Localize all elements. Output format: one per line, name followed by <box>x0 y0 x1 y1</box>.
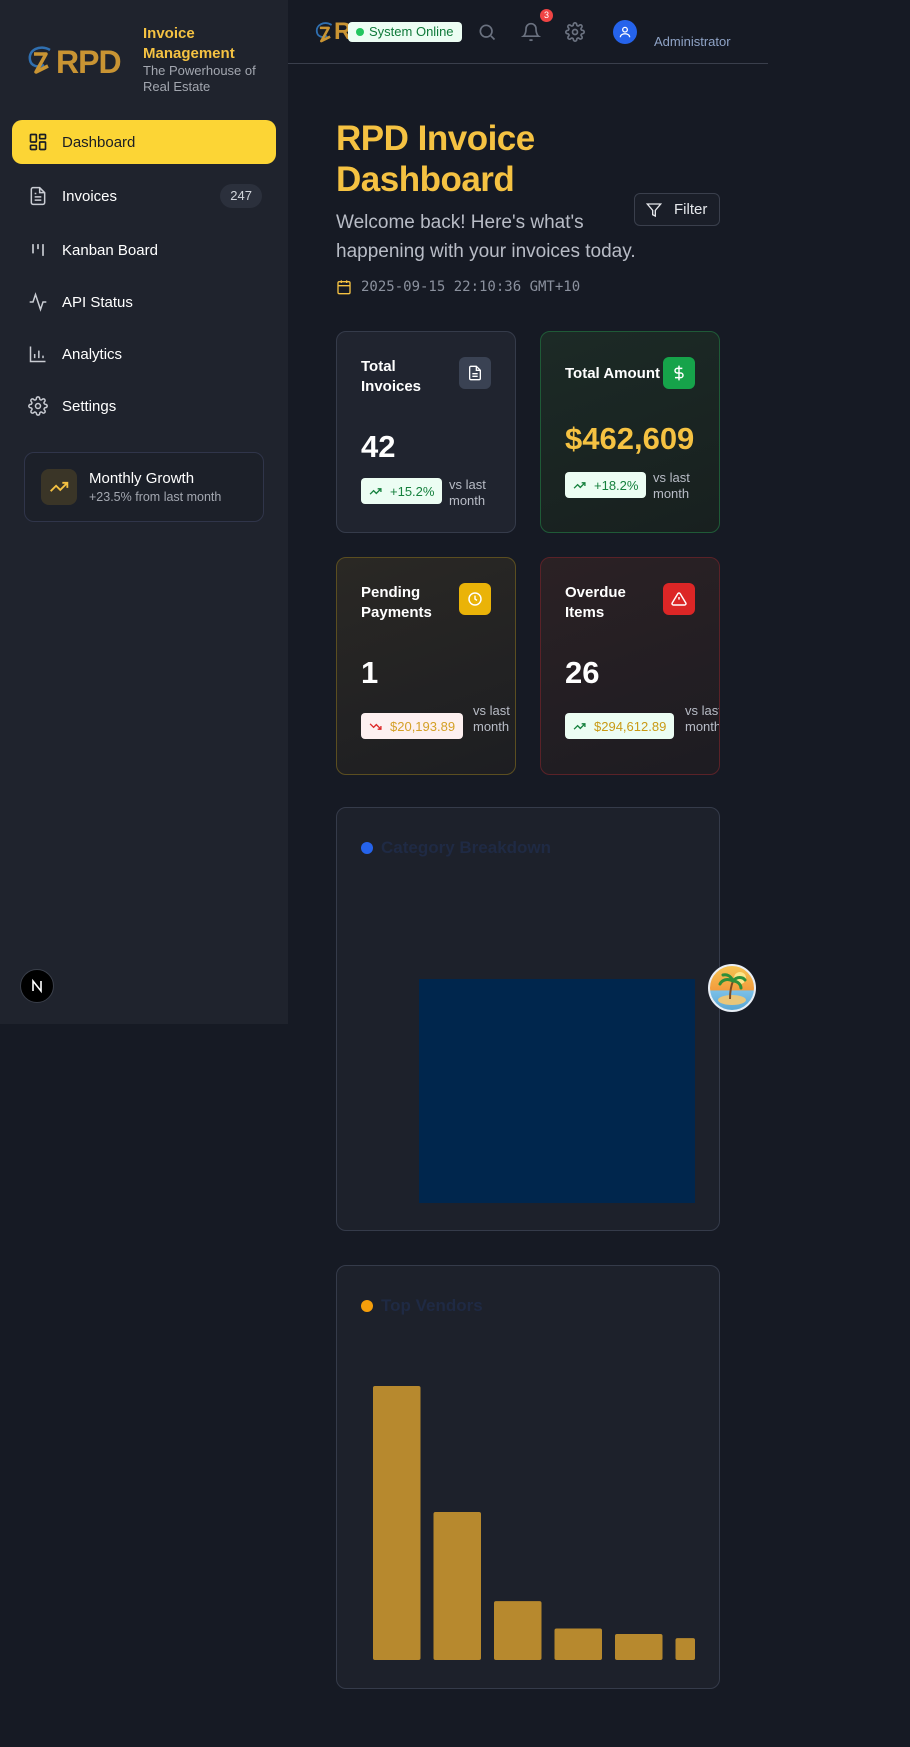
vendor-bar-3[interactable] <box>554 1628 603 1660</box>
trending-down-icon <box>369 722 382 730</box>
sidebar-item-settings[interactable]: Settings <box>12 384 276 428</box>
vendor-bar-2[interactable] <box>494 1601 542 1660</box>
stat-title: Pending Payments <box>361 584 432 621</box>
growth-title: Monthly Growth <box>89 470 195 487</box>
page-title: RPD Invoice Dashboard <box>336 119 535 199</box>
user-avatar[interactable] <box>613 20 637 44</box>
invoice-count-badge: 247 <box>220 184 262 208</box>
island-avatar-icon[interactable] <box>708 964 756 1012</box>
stat-title: Total Amount <box>565 365 660 382</box>
sidebar-item-label: Dashboard <box>62 133 136 151</box>
app-title: Invoice Management <box>143 25 235 62</box>
stat-value: 1 <box>361 655 379 690</box>
sidebar-item-analytics[interactable]: Analytics <box>12 332 276 376</box>
dashboard-icon <box>29 133 47 151</box>
bell-icon[interactable] <box>521 22 541 42</box>
trend-caption: vs last month <box>473 703 510 734</box>
datetime-text: 2025-09-15 22:10:36 GMT+10 <box>361 279 581 295</box>
dollar-icon <box>663 357 695 389</box>
calendar-icon <box>337 280 351 295</box>
status-text: System Online <box>369 24 454 39</box>
search-icon[interactable] <box>477 22 497 42</box>
sidebar-item-label: API Status <box>62 293 133 311</box>
page-subtitle: Welcome back! Here's what's happening wi… <box>336 212 636 262</box>
trend-value: $20,193.89 <box>390 718 456 734</box>
vendor-bar-1[interactable] <box>433 1512 482 1660</box>
trend-value: $294,612.89 <box>594 718 667 734</box>
trend-value: +18.2% <box>594 477 639 493</box>
n-badge-icon[interactable] <box>20 969 54 1003</box>
user-role-label: Administrator <box>654 34 731 49</box>
stat-title: Overdue Items <box>565 584 626 621</box>
trend-badge: $294,612.89 <box>565 713 675 739</box>
kanban-icon <box>32 244 44 256</box>
user-icon <box>619 26 631 38</box>
clock-icon <box>459 583 491 615</box>
trend-value: +15.2% <box>390 483 435 499</box>
system-status-badge: System Online <box>348 22 462 42</box>
growth-subtitle: +23.5% from last month <box>89 490 222 504</box>
sidebar: RPD Invoice Management The Powerhouse of… <box>0 0 288 1024</box>
rpd-swoosh-icon <box>315 22 333 43</box>
notification-count-badge: 3 <box>540 9 553 22</box>
trend-caption: vs last month <box>449 477 486 508</box>
vendor-chart <box>373 1386 696 1660</box>
stat-card-total-invoices[interactable]: Total Invoices 42 +15.2% vs last month <box>336 331 516 533</box>
vendor-bar-5[interactable] <box>675 1638 696 1660</box>
stat-title: Total Invoices <box>361 358 422 395</box>
category-chart <box>419 979 695 1203</box>
activity-icon <box>29 292 47 312</box>
category-breakdown-panel: Category Breakdown <box>336 807 720 1231</box>
bar-chart-icon <box>29 346 46 363</box>
sidebar-item-dashboard[interactable]: Dashboard <box>12 120 276 164</box>
app-subtitle: The Powerhouse of Real Estate <box>143 63 256 94</box>
file-text-icon <box>30 186 46 206</box>
trend-badge: +15.2% <box>361 478 443 504</box>
filter-button[interactable]: Filter <box>634 193 720 226</box>
stat-value: 26 <box>565 655 600 690</box>
trend-badge: +18.2% <box>565 472 647 498</box>
filter-label: Filter <box>674 201 708 218</box>
stat-card-overdue-items[interactable]: Overdue Items 26 $294,612.89 vs last mon… <box>540 557 720 775</box>
trending-up-icon <box>41 469 77 505</box>
stat-value: 42 <box>361 429 396 464</box>
brand[interactable]: RPD Invoice Management The Powerhouse of… <box>26 24 276 100</box>
logo-text: RPD <box>56 44 122 80</box>
rpd-swoosh-icon <box>28 46 51 74</box>
trending-up-icon <box>369 487 382 495</box>
category-bar-0[interactable] <box>419 979 695 1203</box>
top-vendors-panel: Top Vendors <box>336 1265 720 1689</box>
rpd-logo: RPD <box>26 42 132 82</box>
vendor-bar-4[interactable] <box>615 1633 663 1660</box>
file-text-icon <box>459 357 491 389</box>
trending-up-icon <box>573 722 586 730</box>
gear-icon[interactable] <box>565 22 585 42</box>
sidebar-item-api-status[interactable]: API Status <box>12 280 276 324</box>
vendor-bar-0[interactable] <box>373 1386 421 1660</box>
sidebar-item-invoices[interactable]: Invoices 247 <box>12 174 276 218</box>
sidebar-item-label: Kanban Board <box>62 241 158 259</box>
stat-card-pending-payments[interactable]: Pending Payments 1 $20,193.89 vs last mo… <box>336 557 516 775</box>
current-datetime: 2025-09-15 22:10:36 GMT+10 <box>336 279 580 295</box>
top-bar: RPD System Online 3 Administrator <box>288 0 768 64</box>
trend-badge: $20,193.89 <box>361 713 464 739</box>
sidebar-item-label: Invoices <box>62 187 118 205</box>
gear-icon <box>28 396 48 416</box>
sidebar-item-label: Analytics <box>62 345 123 363</box>
sidebar-item-kanban[interactable]: Kanban Board <box>12 228 276 272</box>
sidebar-item-label: Settings <box>62 397 117 415</box>
status-dot <box>356 28 364 36</box>
trend-caption: vs last month <box>653 470 690 501</box>
trending-up-icon <box>573 481 586 489</box>
monthly-growth-card: Monthly Growth +23.5% from last month <box>24 452 264 522</box>
alert-triangle-icon <box>663 583 695 615</box>
stat-value: $462,609 <box>565 421 695 456</box>
stat-card-total-amount[interactable]: Total Amount $462,609 +18.2% vs last mon… <box>540 331 720 533</box>
trend-caption: vs last month <box>685 703 720 734</box>
filter-icon <box>646 202 662 217</box>
